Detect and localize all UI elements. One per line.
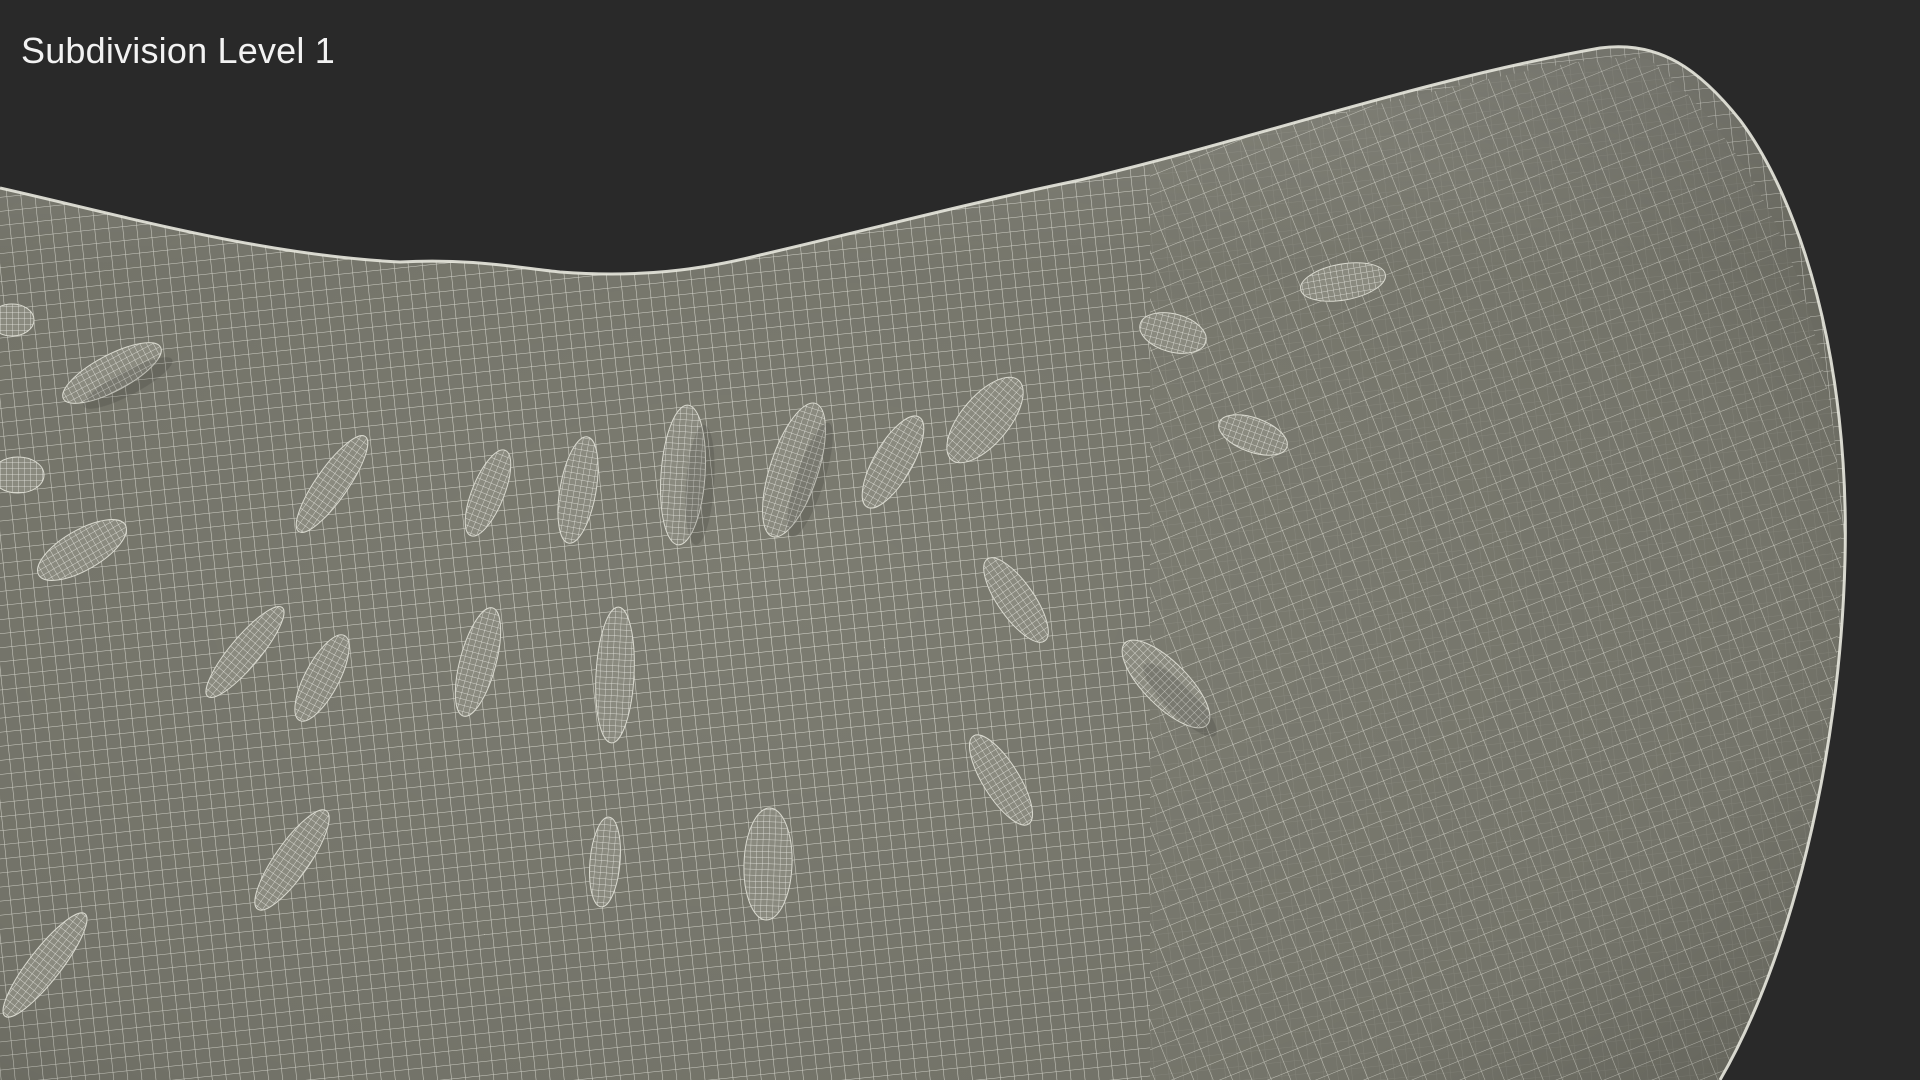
subdivision-level-label: Subdivision Level 1 bbox=[21, 30, 336, 71]
render-viewport: Subdivision Level 1 bbox=[0, 0, 1920, 1080]
wireframe-mesh-render bbox=[0, 45, 1847, 1080]
